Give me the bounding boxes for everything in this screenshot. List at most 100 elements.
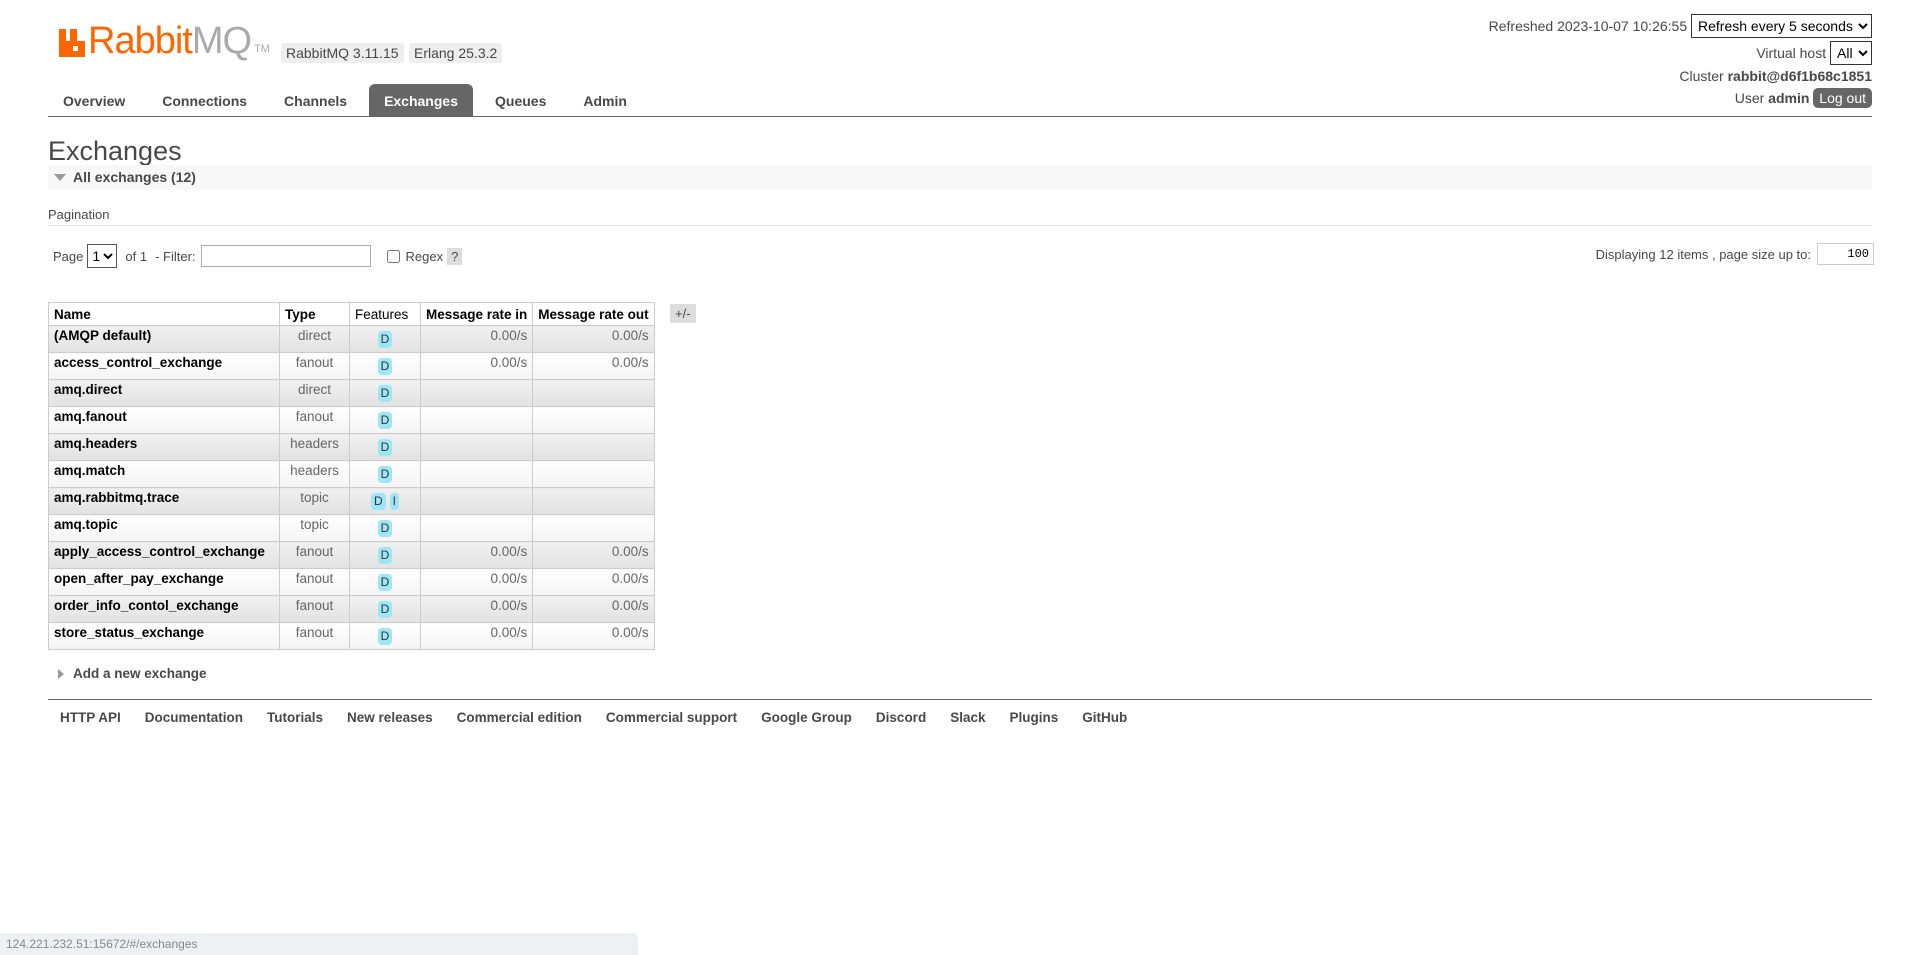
- exchange-name-link[interactable]: order_info_contol_exchange: [48, 595, 280, 623]
- table-row: apply_access_control_exchange fanout D 0…: [48, 541, 655, 569]
- virtual-host-select[interactable]: All: [1830, 41, 1872, 65]
- message-rate-in: [419, 487, 534, 515]
- footer-link-github[interactable]: GitHub: [1082, 710, 1127, 725]
- exchange-name-link[interactable]: access_control_exchange: [48, 352, 280, 380]
- rabbitmq-version-badge: RabbitMQ 3.11.15: [281, 43, 404, 63]
- feature-badge: D: [377, 385, 393, 402]
- exchange-features: D: [349, 460, 421, 488]
- message-rate-in: 0.00/s: [419, 541, 534, 569]
- tab-connections[interactable]: Connections: [147, 84, 262, 116]
- header-info: Refreshed 2023-10-07 10:26:55 Refresh ev…: [1489, 14, 1872, 109]
- footer-link-http-api[interactable]: HTTP API: [60, 710, 121, 725]
- exchange-name-link[interactable]: amq.rabbitmq.trace: [48, 487, 280, 515]
- add-exchange-toggle[interactable]: Add a new exchange: [58, 666, 207, 681]
- exchange-type: topic: [279, 487, 350, 515]
- message-rate-in: [419, 406, 534, 434]
- cluster-label: Cluster: [1679, 68, 1724, 84]
- message-rate-out: 0.00/s: [532, 541, 655, 569]
- feature-badge: D: [377, 439, 393, 456]
- exchange-type: direct: [279, 379, 350, 407]
- feature-badge: D: [377, 412, 393, 429]
- message-rate-out: [532, 406, 655, 434]
- column-toggle-button[interactable]: +/-: [670, 304, 696, 323]
- page-size-controls: Displaying 12 items , page size up to:: [1596, 243, 1874, 265]
- tab-queues[interactable]: Queues: [480, 84, 561, 116]
- footer-links: HTTP API Documentation Tutorials New releas…: [48, 699, 1872, 725]
- exchange-features: D: [349, 595, 421, 623]
- table-row: store_status_exchange fanout D 0.00/s 0.…: [48, 622, 655, 650]
- logout-button[interactable]: Log out: [1813, 88, 1872, 108]
- footer-link-commercial-support[interactable]: Commercial support: [606, 710, 737, 725]
- message-rate-in: 0.00/s: [419, 352, 534, 380]
- footer-link-discord[interactable]: Discord: [876, 710, 926, 725]
- footer-link-new-releases[interactable]: New releases: [347, 710, 433, 725]
- add-exchange-label: Add a new exchange: [73, 666, 207, 681]
- message-rate-out: [532, 460, 655, 488]
- exchange-name-link[interactable]: amq.topic: [48, 514, 280, 542]
- message-rate-out: [532, 433, 655, 461]
- feature-badge: D: [377, 358, 393, 375]
- section-title: All exchanges (12): [73, 169, 196, 185]
- tab-channels[interactable]: Channels: [269, 84, 362, 116]
- refresh-interval-select[interactable]: Refresh every 5 seconds: [1691, 14, 1872, 38]
- message-rate-out: 0.00/s: [532, 622, 655, 650]
- cluster-name: rabbit@d6f1b68c1851: [1727, 68, 1872, 84]
- exchange-name-link[interactable]: amq.fanout: [48, 406, 280, 434]
- table-row: (AMQP default) direct D 0.00/s 0.00/s: [48, 325, 655, 353]
- all-exchanges-section-toggle[interactable]: All exchanges (12): [48, 165, 1872, 190]
- exchange-name-link[interactable]: store_status_exchange: [48, 622, 280, 650]
- table-row: order_info_contol_exchange fanout D 0.00…: [48, 595, 655, 623]
- feature-badge: D: [377, 574, 393, 591]
- footer-link-documentation[interactable]: Documentation: [145, 710, 243, 725]
- footer-link-google-group[interactable]: Google Group: [761, 710, 852, 725]
- exchange-type: headers: [279, 460, 350, 488]
- tab-overview[interactable]: Overview: [48, 84, 140, 116]
- message-rate-out: [532, 487, 655, 515]
- feature-badge: D: [377, 520, 393, 537]
- footer-link-commercial-edition[interactable]: Commercial edition: [457, 710, 582, 725]
- exchanges-table: Name Type Features Message rate in Message r…: [48, 302, 655, 650]
- message-rate-out: 0.00/s: [532, 352, 655, 380]
- feature-badge: D: [377, 466, 393, 483]
- footer-link-slack[interactable]: Slack: [950, 710, 985, 725]
- message-rate-out: 0.00/s: [532, 568, 655, 596]
- column-header-message-rate-out[interactable]: Message rate out: [532, 302, 655, 326]
- exchange-features: D: [349, 514, 421, 542]
- table-row: amq.headers headers D: [48, 433, 655, 461]
- exchange-type: fanout: [279, 622, 350, 650]
- user-label: User: [1734, 90, 1765, 106]
- page-size-input[interactable]: [1817, 243, 1874, 265]
- exchange-name-link[interactable]: apply_access_control_exchange: [48, 541, 280, 569]
- exchange-features: D: [349, 379, 421, 407]
- page-select[interactable]: 1: [87, 244, 118, 268]
- message-rate-in: [419, 379, 534, 407]
- exchange-type: headers: [279, 433, 350, 461]
- feature-badge: D: [377, 331, 393, 348]
- column-header-name[interactable]: Name: [48, 302, 280, 326]
- erlang-version-badge: Erlang 25.3.2: [409, 43, 503, 63]
- feature-badge: I: [389, 493, 399, 510]
- table-row: amq.topic topic D: [48, 514, 655, 542]
- exchange-type: fanout: [279, 595, 350, 623]
- exchange-type: direct: [279, 325, 350, 353]
- column-header-type[interactable]: Type: [279, 302, 350, 326]
- exchange-name-link[interactable]: amq.match: [48, 460, 280, 488]
- exchange-name-link[interactable]: (AMQP default): [48, 325, 280, 353]
- regex-help-button[interactable]: ?: [447, 247, 463, 265]
- page-label: Page: [53, 248, 84, 264]
- regex-checkbox[interactable]: [386, 249, 400, 263]
- filter-input[interactable]: [200, 245, 371, 267]
- feature-badge: D: [377, 601, 393, 618]
- footer-link-tutorials[interactable]: Tutorials: [267, 710, 323, 725]
- exchange-name-link[interactable]: amq.direct: [48, 379, 280, 407]
- footer-link-plugins[interactable]: Plugins: [1009, 710, 1058, 725]
- exchange-name-link[interactable]: amq.headers: [48, 433, 280, 461]
- tab-exchanges[interactable]: Exchanges: [369, 84, 473, 116]
- table-row: amq.rabbitmq.trace topic DI: [48, 487, 655, 515]
- expand-triangle-icon: [58, 669, 64, 679]
- tab-admin[interactable]: Admin: [568, 84, 642, 116]
- exchange-name-link[interactable]: open_after_pay_exchange: [48, 568, 280, 596]
- column-header-message-rate-in[interactable]: Message rate in: [419, 302, 534, 326]
- filter-label: - Filter:: [155, 248, 196, 264]
- column-header-features[interactable]: Features: [349, 302, 421, 326]
